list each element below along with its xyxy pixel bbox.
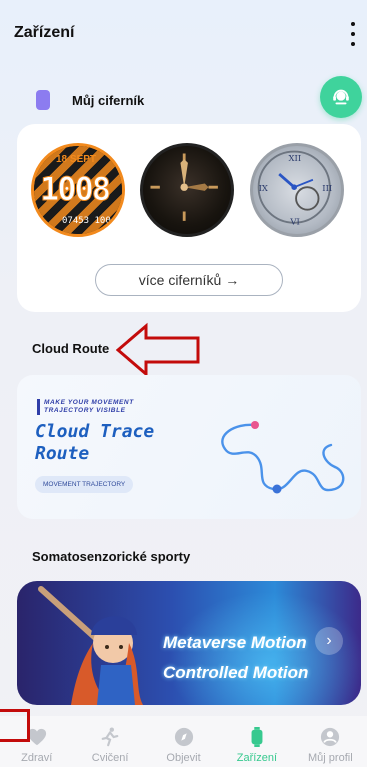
chevron-right-icon[interactable]: ›: [315, 627, 343, 655]
compass-icon: [172, 726, 196, 748]
watchface-analog-silver[interactable]: XII III VI IX: [250, 143, 344, 237]
roman-dial-icon: XII III VI IX: [257, 150, 332, 227]
banner-tagline: MAKE YOUR MOVEMENT TRAJECTORY VISIBLE: [37, 399, 134, 415]
more-watchfaces-button[interactable]: více ciferníků →: [95, 264, 283, 296]
banner-line-2: Controlled Motion: [163, 663, 309, 682]
cloud-route-title: Cloud Route: [32, 341, 110, 356]
page-title: Zařízení: [14, 24, 75, 41]
face-time: 1008: [39, 170, 111, 209]
more-dot: [351, 42, 355, 46]
nav-item-objevit[interactable]: Objevit: [147, 716, 220, 767]
face-date: 18 SEPT: [56, 154, 97, 165]
watchface-digital-orange[interactable]: 18 SEPT 1008 07453 100: [31, 143, 125, 237]
watchface-analog-bronze[interactable]: [140, 143, 234, 237]
nav-item-zarizeni[interactable]: Zařízení: [220, 716, 293, 767]
nav-item-muj-profil[interactable]: Můj profil: [294, 716, 367, 767]
more-dot: [351, 22, 355, 26]
more-options-button[interactable]: [349, 22, 357, 46]
banner-pill: MOVEMENT TRAJECTORY: [35, 476, 134, 493]
svg-text:VI: VI: [289, 217, 299, 227]
nav-label: Cvičení: [91, 752, 129, 764]
more-dot: [351, 32, 355, 36]
more-watchfaces-label: více ciferníků: [138, 272, 222, 288]
svg-text:IX: IX: [259, 183, 268, 193]
nav-label: Můj profil: [308, 752, 353, 764]
baseball-player-illustration: [38, 586, 143, 705]
bottom-navigation: Zdraví Cvičení Objevit Zařízení Můj prof…: [0, 716, 367, 767]
headset-icon: [333, 89, 349, 105]
nav-item-cviceni[interactable]: Cvičení: [73, 716, 146, 767]
somatosensory-title: Somatosenzorické sporty: [32, 549, 191, 564]
header-bar: Zařízení: [0, 0, 367, 70]
svg-text:XII: XII: [289, 153, 302, 163]
nav-label: Zdraví: [21, 752, 53, 764]
watchfaces-title: Můj ciferník: [72, 92, 145, 108]
cloud-route-banner[interactable]: MAKE YOUR MOVEMENT TRAJECTORY VISIBLE Cl…: [17, 375, 361, 519]
banner-title: Cloud Trace Route: [35, 421, 155, 464]
running-icon: [98, 726, 122, 748]
watch-icon: [245, 726, 269, 748]
nav-label: Objevit: [166, 752, 201, 764]
banner-line-1: Metaverse Motion: [163, 633, 307, 652]
svg-text:III: III: [322, 183, 332, 193]
face-stats: 07453 100: [62, 216, 111, 226]
annotation-box: [0, 709, 30, 742]
watch-icon: [36, 90, 50, 110]
watchfaces-card: 18 SEPT 1008 07453 100 XII III VI IX víc…: [17, 124, 361, 312]
watchfaces-header[interactable]: Můj ciferník: [36, 90, 144, 110]
annotation-arrow-icon: [116, 322, 200, 378]
profile-icon: [318, 726, 342, 748]
nav-label: Zařízení: [236, 752, 278, 764]
customer-service-button[interactable]: [320, 76, 362, 118]
metaverse-motion-banner[interactable]: Metaverse Motion Controlled Motion ›: [17, 581, 361, 705]
route-map-icon: [221, 421, 345, 494]
arrow-right-icon: →: [225, 272, 240, 288]
analog-dial-icon: [150, 153, 218, 221]
